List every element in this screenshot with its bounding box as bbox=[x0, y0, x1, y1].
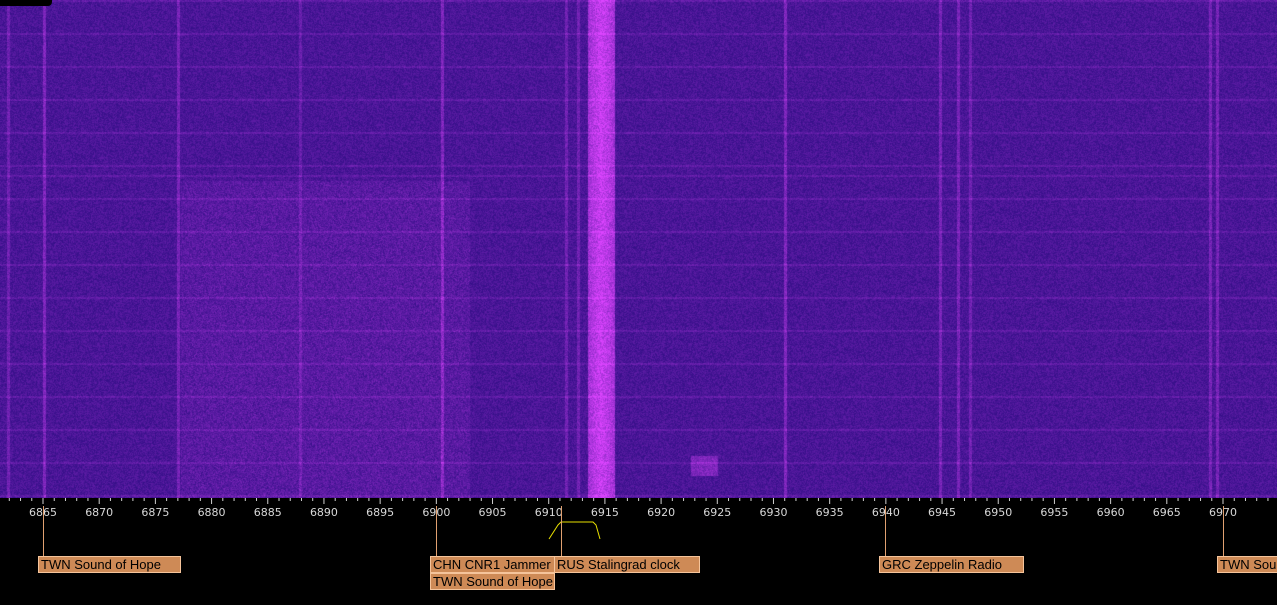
station-label-twn-sound-of-hope[interactable]: TWN Sound of Hope bbox=[38, 556, 181, 573]
scale-ticks bbox=[8, 498, 1269, 540]
tick-label: 6890 bbox=[309, 506, 338, 519]
tick-label: 6895 bbox=[366, 506, 395, 519]
tick-label: 6870 bbox=[85, 506, 114, 519]
tick-label: 6885 bbox=[253, 506, 282, 519]
station-label-grc-zeppelin-radio[interactable]: GRC Zeppelin Radio bbox=[879, 556, 1024, 573]
tick-label: 6920 bbox=[647, 506, 676, 519]
station-label-rus-stalingrad-clock[interactable]: RUS Stalingrad clock bbox=[554, 556, 700, 573]
tick-label: 6875 bbox=[141, 506, 170, 519]
tick-label: 6910 bbox=[534, 506, 563, 519]
tick-label: 6955 bbox=[1040, 506, 1069, 519]
tick-label: 6905 bbox=[478, 506, 507, 519]
tick-label: 6915 bbox=[590, 506, 619, 519]
station-label-chn-cnr1-jammer[interactable]: CHN CNR1 Jammer bbox=[430, 556, 555, 573]
tick-label: 6950 bbox=[984, 506, 1013, 519]
frequency-scale[interactable]: 6865 6870 6875 6880 6885 6890 6895 6900 … bbox=[0, 498, 1277, 605]
tick-label: 6945 bbox=[928, 506, 957, 519]
corner-overlay bbox=[0, 0, 52, 6]
tick-label: 6935 bbox=[815, 506, 844, 519]
station-label-twn-sound-of-hope-2[interactable]: TWN Sound of Hope bbox=[430, 573, 555, 590]
waterfall-spectrogram[interactable] bbox=[0, 0, 1277, 498]
passband-marker bbox=[548, 521, 601, 540]
tick-label: 6965 bbox=[1152, 506, 1181, 519]
station-label-twn-sound-of-hope-3[interactable]: TWN Sound of Hope bbox=[1217, 556, 1277, 573]
tick-label: 6880 bbox=[197, 506, 226, 519]
tick-label: 6960 bbox=[1096, 506, 1125, 519]
tick-label: 6925 bbox=[703, 506, 732, 519]
tick-label: 6930 bbox=[759, 506, 788, 519]
